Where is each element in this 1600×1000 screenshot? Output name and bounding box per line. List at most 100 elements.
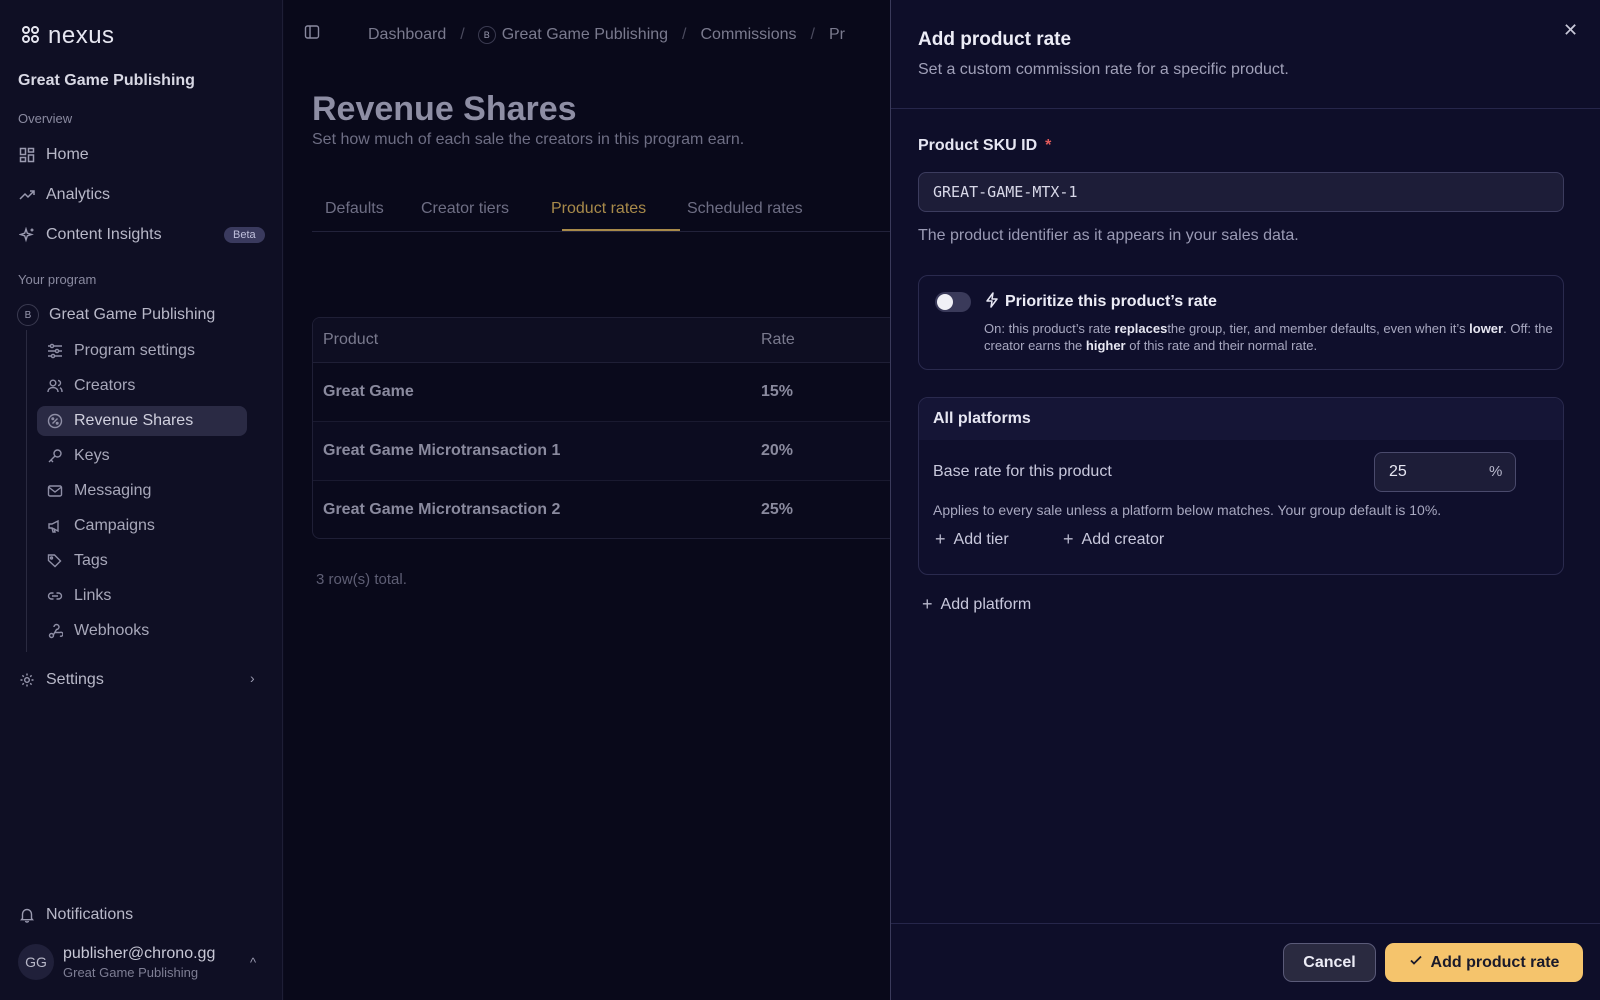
org-avatar: B	[17, 304, 39, 326]
desc-bold: lower	[1469, 321, 1504, 336]
footer-divider	[891, 923, 1600, 924]
add-tier-label: Add tier	[953, 530, 1009, 548]
breadcrumb-commissions[interactable]: Commissions	[701, 26, 797, 44]
tab-defaults[interactable]: Defaults	[325, 200, 384, 218]
sidebar-toggle-icon[interactable]	[304, 24, 320, 45]
users-icon	[46, 377, 64, 395]
table-row[interactable]: Great Game Microtransaction 1 20%	[313, 422, 901, 481]
check-icon	[1409, 953, 1423, 972]
sidebar-item-keys[interactable]: Keys	[37, 441, 247, 471]
breadcrumb-current[interactable]: Pr	[829, 26, 845, 44]
logo-text: nexus	[48, 22, 115, 49]
rate-cell: 25%	[761, 501, 794, 518]
sidebar-item-label: Analytics	[46, 186, 111, 203]
priority-description: On: this product’s rate replacesthe grou…	[984, 320, 1554, 354]
breadcrumb-org[interactable]: B Great Game Publishing	[477, 25, 668, 44]
platform-heading: All platforms	[933, 410, 1031, 427]
main-content: Dashboard / B Great Game Publishing / Co…	[284, 0, 902, 1000]
tab-scheduled-rates[interactable]: Scheduled rates	[687, 200, 803, 218]
breadcrumb-separator: /	[682, 25, 687, 43]
gear-icon	[18, 671, 36, 689]
link-icon	[46, 587, 64, 605]
priority-title: Prioritize this product’s rate	[1005, 293, 1217, 310]
sliders-icon	[46, 342, 64, 360]
program-org-label: Great Game Publishing	[49, 306, 216, 323]
sku-label-text: Product SKU ID	[918, 137, 1038, 154]
table-row[interactable]: Great Game 15%	[313, 363, 901, 422]
breadcrumb-separator: /	[810, 25, 815, 43]
sku-input[interactable]: GREAT-GAME-MTX-1	[918, 172, 1564, 212]
add-creator-button[interactable]: + Add creator	[1063, 529, 1164, 550]
beta-badge: Beta	[224, 227, 265, 243]
sidebar-item-webhooks[interactable]: Webhooks	[37, 616, 247, 646]
sidebar-item-home[interactable]: Home	[18, 140, 268, 170]
trending-up-icon	[18, 186, 36, 204]
page-subtitle: Set how much of each sale the creators i…	[312, 131, 745, 148]
breadcrumb-dashboard[interactable]: Dashboard	[368, 26, 446, 44]
table-row[interactable]: Great Game Microtransaction 2 25%	[313, 481, 901, 538]
sidebar-item-revenue-shares[interactable]: Revenue Shares	[37, 406, 247, 436]
rows-total: 3 row(s) total.	[316, 571, 407, 588]
sidebar-item-label: Links	[74, 587, 112, 604]
your-program-label: Your program	[18, 272, 97, 287]
add-platform-button[interactable]: + Add platform	[922, 594, 1031, 615]
sidebar-item-label: Keys	[74, 447, 110, 464]
program-org-switcher[interactable]: B Great Game Publishing	[17, 300, 268, 330]
add-product-rate-drawer: Add product rate Set a custom commission…	[890, 0, 1600, 1000]
sidebar-item-settings[interactable]: Settings	[18, 665, 268, 695]
column-header-product[interactable]: Product	[323, 331, 378, 349]
user-org: Great Game Publishing	[63, 964, 199, 980]
sidebar-item-program-settings[interactable]: Program settings	[37, 336, 247, 366]
priority-toggle[interactable]	[935, 292, 971, 312]
overview-label: Overview	[18, 111, 73, 126]
percent-unit: %	[1489, 463, 1503, 480]
sidebar-item-tags[interactable]: Tags	[37, 546, 247, 576]
sidebar: nexus Great Game Publishing Overview Hom…	[0, 0, 283, 1000]
sparkles-icon	[18, 226, 36, 244]
bell-icon	[18, 906, 36, 924]
tab-product-rates[interactable]: Product rates	[551, 200, 646, 218]
tree-line	[26, 330, 27, 652]
cancel-label: Cancel	[1303, 953, 1356, 971]
add-product-rate-button[interactable]: Add product rate	[1385, 943, 1583, 982]
sidebar-item-analytics[interactable]: Analytics	[18, 180, 268, 210]
active-tab-indicator	[562, 229, 680, 231]
sidebar-item-links[interactable]: Links	[37, 581, 247, 611]
base-rate-value: 25	[1389, 463, 1407, 480]
product-cell: Great Game	[323, 383, 414, 400]
sidebar-item-label: Creators	[74, 377, 136, 394]
plus-icon: +	[935, 529, 946, 549]
column-header-rate[interactable]: Rate	[761, 331, 795, 349]
tab-creator-tiers[interactable]: Creator tiers	[421, 200, 509, 218]
applies-help-text: Applies to every sale unless a platform …	[933, 502, 1442, 518]
plus-icon: +	[922, 594, 933, 614]
chevron-right-icon: ›	[250, 670, 255, 686]
sidebar-item-notifications[interactable]: Notifications	[18, 900, 268, 930]
org-title: Great Game Publishing	[18, 72, 195, 89]
base-rate-input[interactable]: 25 %	[1374, 452, 1516, 492]
table-header: Product Rate	[313, 318, 901, 363]
webhook-icon	[46, 622, 64, 640]
rate-cell: 20%	[761, 442, 794, 459]
megaphone-icon	[46, 517, 64, 535]
sidebar-item-label: Notifications	[46, 906, 134, 923]
sidebar-item-messaging[interactable]: Messaging	[37, 476, 247, 506]
cancel-button[interactable]: Cancel	[1283, 943, 1376, 982]
add-tier-button[interactable]: + Add tier	[935, 529, 1009, 550]
chevron-up-icon[interactable]: ^	[250, 955, 256, 970]
sidebar-item-label: Program settings	[74, 342, 195, 359]
org-avatar: B	[477, 25, 496, 44]
submit-label: Add product rate	[1430, 953, 1560, 971]
sidebar-item-creators[interactable]: Creators	[37, 371, 247, 401]
add-platform-label: Add platform	[940, 595, 1032, 613]
close-icon[interactable]: ✕	[1563, 20, 1578, 41]
logo[interactable]: nexus	[22, 22, 115, 50]
sku-label: Product SKU ID *	[918, 137, 1051, 155]
page-title: Revenue Shares	[312, 90, 577, 128]
avatar: GG	[18, 944, 54, 980]
user-menu[interactable]: GG publisher@chrono.gg Great Game Publis…	[18, 944, 215, 980]
tags-icon	[46, 552, 64, 570]
base-rate-label: Base rate for this product	[933, 463, 1112, 480]
sidebar-item-campaigns[interactable]: Campaigns	[37, 511, 247, 541]
tabs: Defaults Creator tiers Product rates Sch…	[312, 192, 892, 232]
